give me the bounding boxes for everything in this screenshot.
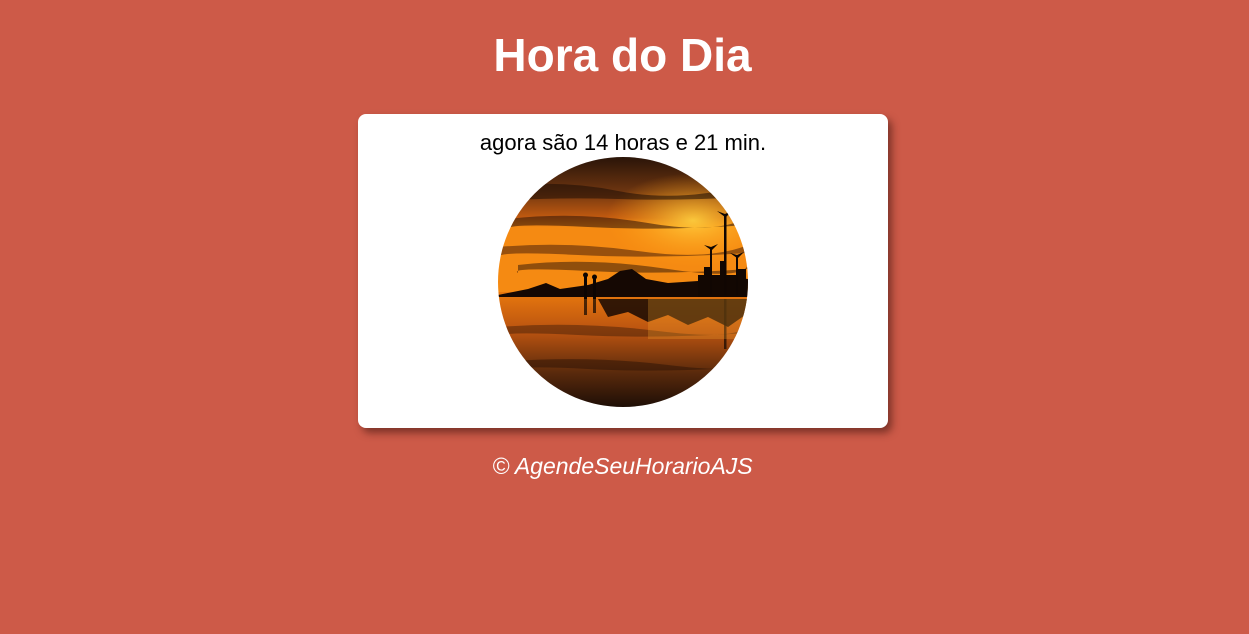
time-card: agora são 14 horas e 21 min. [358, 114, 888, 428]
page-title: Hora do Dia [493, 29, 752, 81]
time-message: agora são 14 horas e 21 min. [479, 130, 767, 155]
footer-copyright: © AgendeSeuHorarioAJS [492, 453, 753, 479]
sunset-photo [498, 157, 748, 407]
